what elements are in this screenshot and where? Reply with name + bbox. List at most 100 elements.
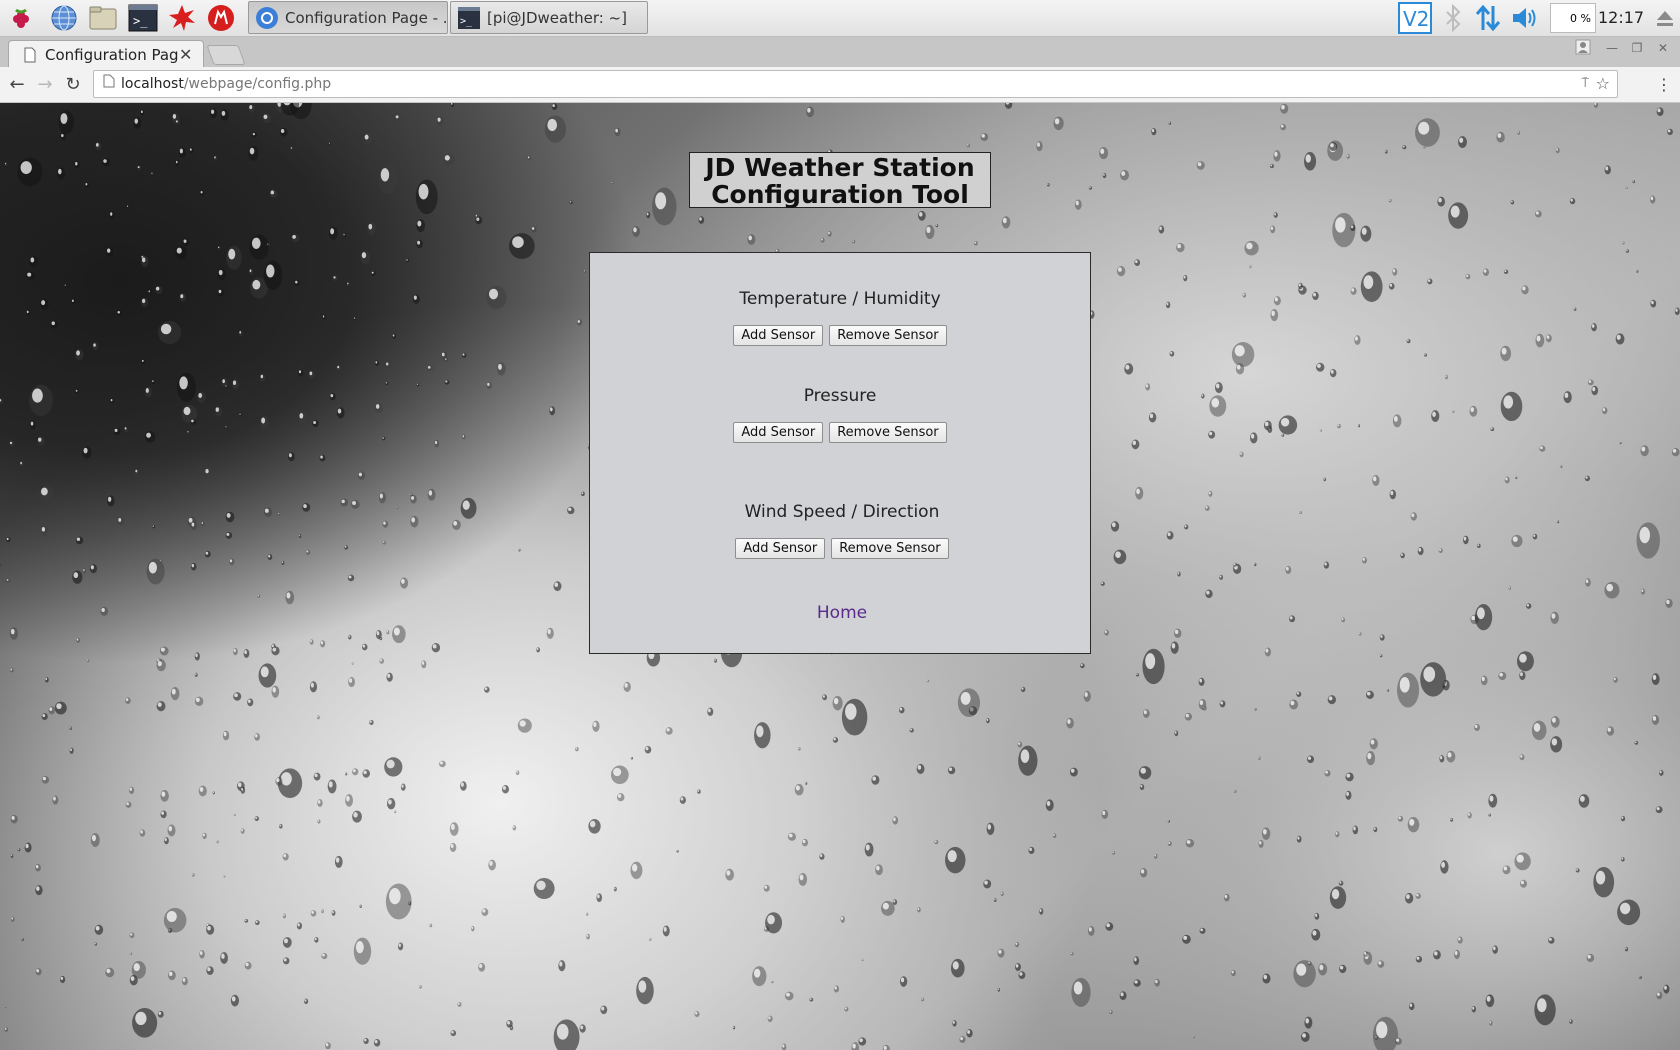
maximize-icon[interactable]: ❐ xyxy=(1627,41,1647,57)
terminal-icon[interactable]: >_ xyxy=(128,3,158,33)
new-tab-button[interactable] xyxy=(206,45,246,65)
bookmark-star-icon[interactable]: ☆ xyxy=(1596,71,1610,97)
raspberry-menu-icon[interactable] xyxy=(6,3,36,33)
raindrop xyxy=(24,842,32,853)
raindrop xyxy=(125,801,132,808)
raindrop xyxy=(244,919,249,923)
raindrop xyxy=(210,108,218,119)
raindrop xyxy=(1070,767,1078,777)
raindrop xyxy=(353,316,357,321)
raindrop xyxy=(26,309,31,316)
raindrop xyxy=(217,288,225,297)
add-temperature-sensor-button[interactable]: Add Sensor xyxy=(733,325,824,346)
raindrop xyxy=(1550,611,1559,624)
raindrop xyxy=(1169,351,1175,357)
raindrop xyxy=(1427,278,1433,285)
forward-button[interactable]: → xyxy=(33,73,57,97)
raindrop xyxy=(263,507,273,518)
eject-icon[interactable] xyxy=(1650,3,1680,33)
raindrop xyxy=(1437,196,1446,207)
raindrop xyxy=(1492,945,1498,954)
raindrop xyxy=(382,540,386,545)
raindrop xyxy=(216,840,219,844)
raindrop xyxy=(1534,994,1556,1026)
raindrop xyxy=(948,766,956,775)
browser-tab[interactable]: Configuration Pag ✕ xyxy=(8,40,204,68)
raindrop xyxy=(314,936,319,943)
close-window-icon[interactable]: ✕ xyxy=(1653,41,1673,57)
raindrop xyxy=(192,873,195,877)
add-wind-sensor-button[interactable]: Add Sensor xyxy=(735,538,826,559)
raindrop xyxy=(176,372,196,402)
raindrop xyxy=(611,181,614,185)
raindrop xyxy=(351,499,360,509)
raindrop xyxy=(1358,424,1361,428)
raindrop xyxy=(200,190,205,196)
raindrop xyxy=(10,854,14,858)
raindrop xyxy=(1526,603,1532,609)
remove-temperature-sensor-button[interactable]: Remove Sensor xyxy=(829,325,947,346)
volume-icon[interactable] xyxy=(1510,3,1540,33)
network-icon[interactable] xyxy=(1473,3,1503,33)
raindrop xyxy=(833,985,840,993)
reload-button[interactable]: ↻ xyxy=(61,73,85,97)
raindrop xyxy=(158,320,182,345)
raindrop xyxy=(632,226,640,238)
add-pressure-sensor-button[interactable]: Add Sensor xyxy=(733,422,824,443)
math-app-icon[interactable] xyxy=(167,3,197,33)
raindrop xyxy=(1101,809,1109,819)
remove-pressure-sensor-button[interactable]: Remove Sensor xyxy=(829,422,947,443)
cpu-monitor[interactable]: 0 % xyxy=(1550,3,1596,33)
raindrop xyxy=(1358,632,1362,636)
raindrop xyxy=(450,1030,457,1037)
taskbar: >_ Configuration Page - ... >_ [pi@JDwea… xyxy=(0,0,1680,37)
task-terminal[interactable]: >_ [pi@JDweather: ~] xyxy=(450,1,648,34)
menu-icon[interactable]: ⋮ xyxy=(1652,73,1676,97)
profile-icon[interactable] xyxy=(1573,39,1593,55)
raindrop xyxy=(336,364,342,371)
task-configuration-page[interactable]: Configuration Page - ... xyxy=(248,1,448,34)
browser-tab-title: Configuration Pag xyxy=(45,45,179,64)
raindrop xyxy=(416,219,426,233)
close-tab-icon[interactable]: ✕ xyxy=(179,45,197,64)
minimize-icon[interactable]: — xyxy=(1602,41,1622,57)
raindrop xyxy=(1070,952,1074,956)
raindrop xyxy=(614,127,621,137)
home-link[interactable]: Home xyxy=(817,603,867,623)
bluetooth-icon[interactable] xyxy=(1438,3,1468,33)
back-button[interactable]: ← xyxy=(5,73,29,97)
raindrop xyxy=(1223,893,1230,902)
raindrop xyxy=(378,164,398,195)
raindrop xyxy=(1490,427,1495,432)
page-info-icon[interactable] xyxy=(103,71,115,97)
raindrop xyxy=(785,991,794,1001)
raindrop xyxy=(486,381,492,390)
clock[interactable]: 12:17 xyxy=(1598,8,1644,27)
raindrop xyxy=(1311,928,1321,941)
raindrop xyxy=(1667,128,1673,135)
raindrop xyxy=(1397,672,1420,708)
pin-icon[interactable]: ⍑ xyxy=(1581,71,1589,97)
raindrop xyxy=(934,840,939,845)
raindrop xyxy=(1014,941,1020,948)
raindrop xyxy=(484,686,490,693)
raindrop xyxy=(1112,851,1116,855)
vnc-icon[interactable]: V2 xyxy=(1398,2,1432,34)
raindrop xyxy=(579,1024,586,1033)
wolfram-icon[interactable] xyxy=(206,3,236,33)
web-browser-icon[interactable] xyxy=(49,3,79,33)
raindrop xyxy=(1500,345,1512,362)
raindrop xyxy=(1467,812,1472,819)
raindrop xyxy=(1659,769,1664,776)
raindrop xyxy=(1198,677,1205,686)
raindrop xyxy=(1586,953,1595,963)
raindrop xyxy=(1545,334,1552,343)
raindrop xyxy=(1360,271,1383,302)
raindrop xyxy=(1231,342,1255,367)
raindrop xyxy=(159,646,169,656)
remove-wind-sensor-button[interactable]: Remove Sensor xyxy=(831,538,949,559)
raindrop xyxy=(1298,282,1303,290)
address-bar[interactable]: localhost/webpage/config.php ⍑ ☆ xyxy=(93,70,1618,98)
raindrop xyxy=(1457,936,1463,944)
file-manager-icon[interactable] xyxy=(88,3,118,33)
